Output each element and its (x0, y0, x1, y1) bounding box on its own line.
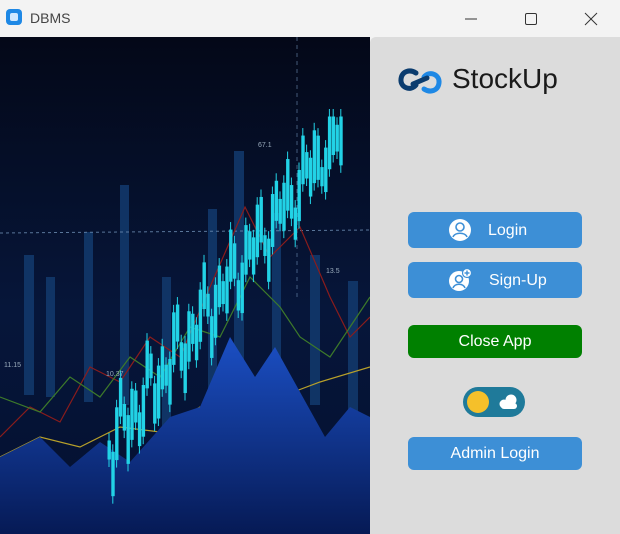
maximize-icon (525, 13, 537, 25)
close-icon (584, 12, 598, 26)
minimize-button[interactable] (442, 0, 500, 37)
app-window: DBMS 67.1 13.5 10.37 11.15 StockUp Login… (0, 0, 620, 534)
svg-text:11.15: 11.15 (4, 362, 21, 369)
svg-text:67.1: 67.1 (258, 142, 272, 149)
minimize-icon (465, 18, 477, 20)
window-title: DBMS (30, 10, 71, 26)
maximize-button[interactable] (502, 0, 560, 37)
close-app-button[interactable]: Close App (408, 325, 582, 358)
close-button[interactable] (562, 0, 620, 37)
admin-login-button-label: Admin Login (450, 445, 540, 462)
link-infinity-logo-icon (398, 68, 442, 94)
admin-login-button[interactable]: Admin Login (408, 437, 582, 470)
signup-button-label: Sign-Up (489, 272, 547, 289)
svg-text:13.5: 13.5 (326, 268, 340, 275)
stock-chart-hero-image: 67.1 13.5 10.37 11.15 (0, 37, 370, 534)
side-panel: StockUp Login Sign-Up Close App Admin Lo… (370, 37, 620, 534)
login-button[interactable]: Login (408, 212, 582, 248)
svg-text:10.37: 10.37 (106, 371, 124, 378)
login-button-label: Login (488, 222, 528, 239)
brand-title: StockUp (452, 63, 558, 94)
theme-toggle-switch[interactable] (463, 387, 525, 417)
title-bar[interactable]: DBMS (0, 0, 620, 37)
close-app-button-label: Close App (458, 333, 532, 350)
app-icon (6, 9, 22, 25)
sun-icon (467, 391, 489, 413)
signup-button[interactable]: Sign-Up (408, 262, 582, 298)
cloud-icon (499, 394, 517, 409)
